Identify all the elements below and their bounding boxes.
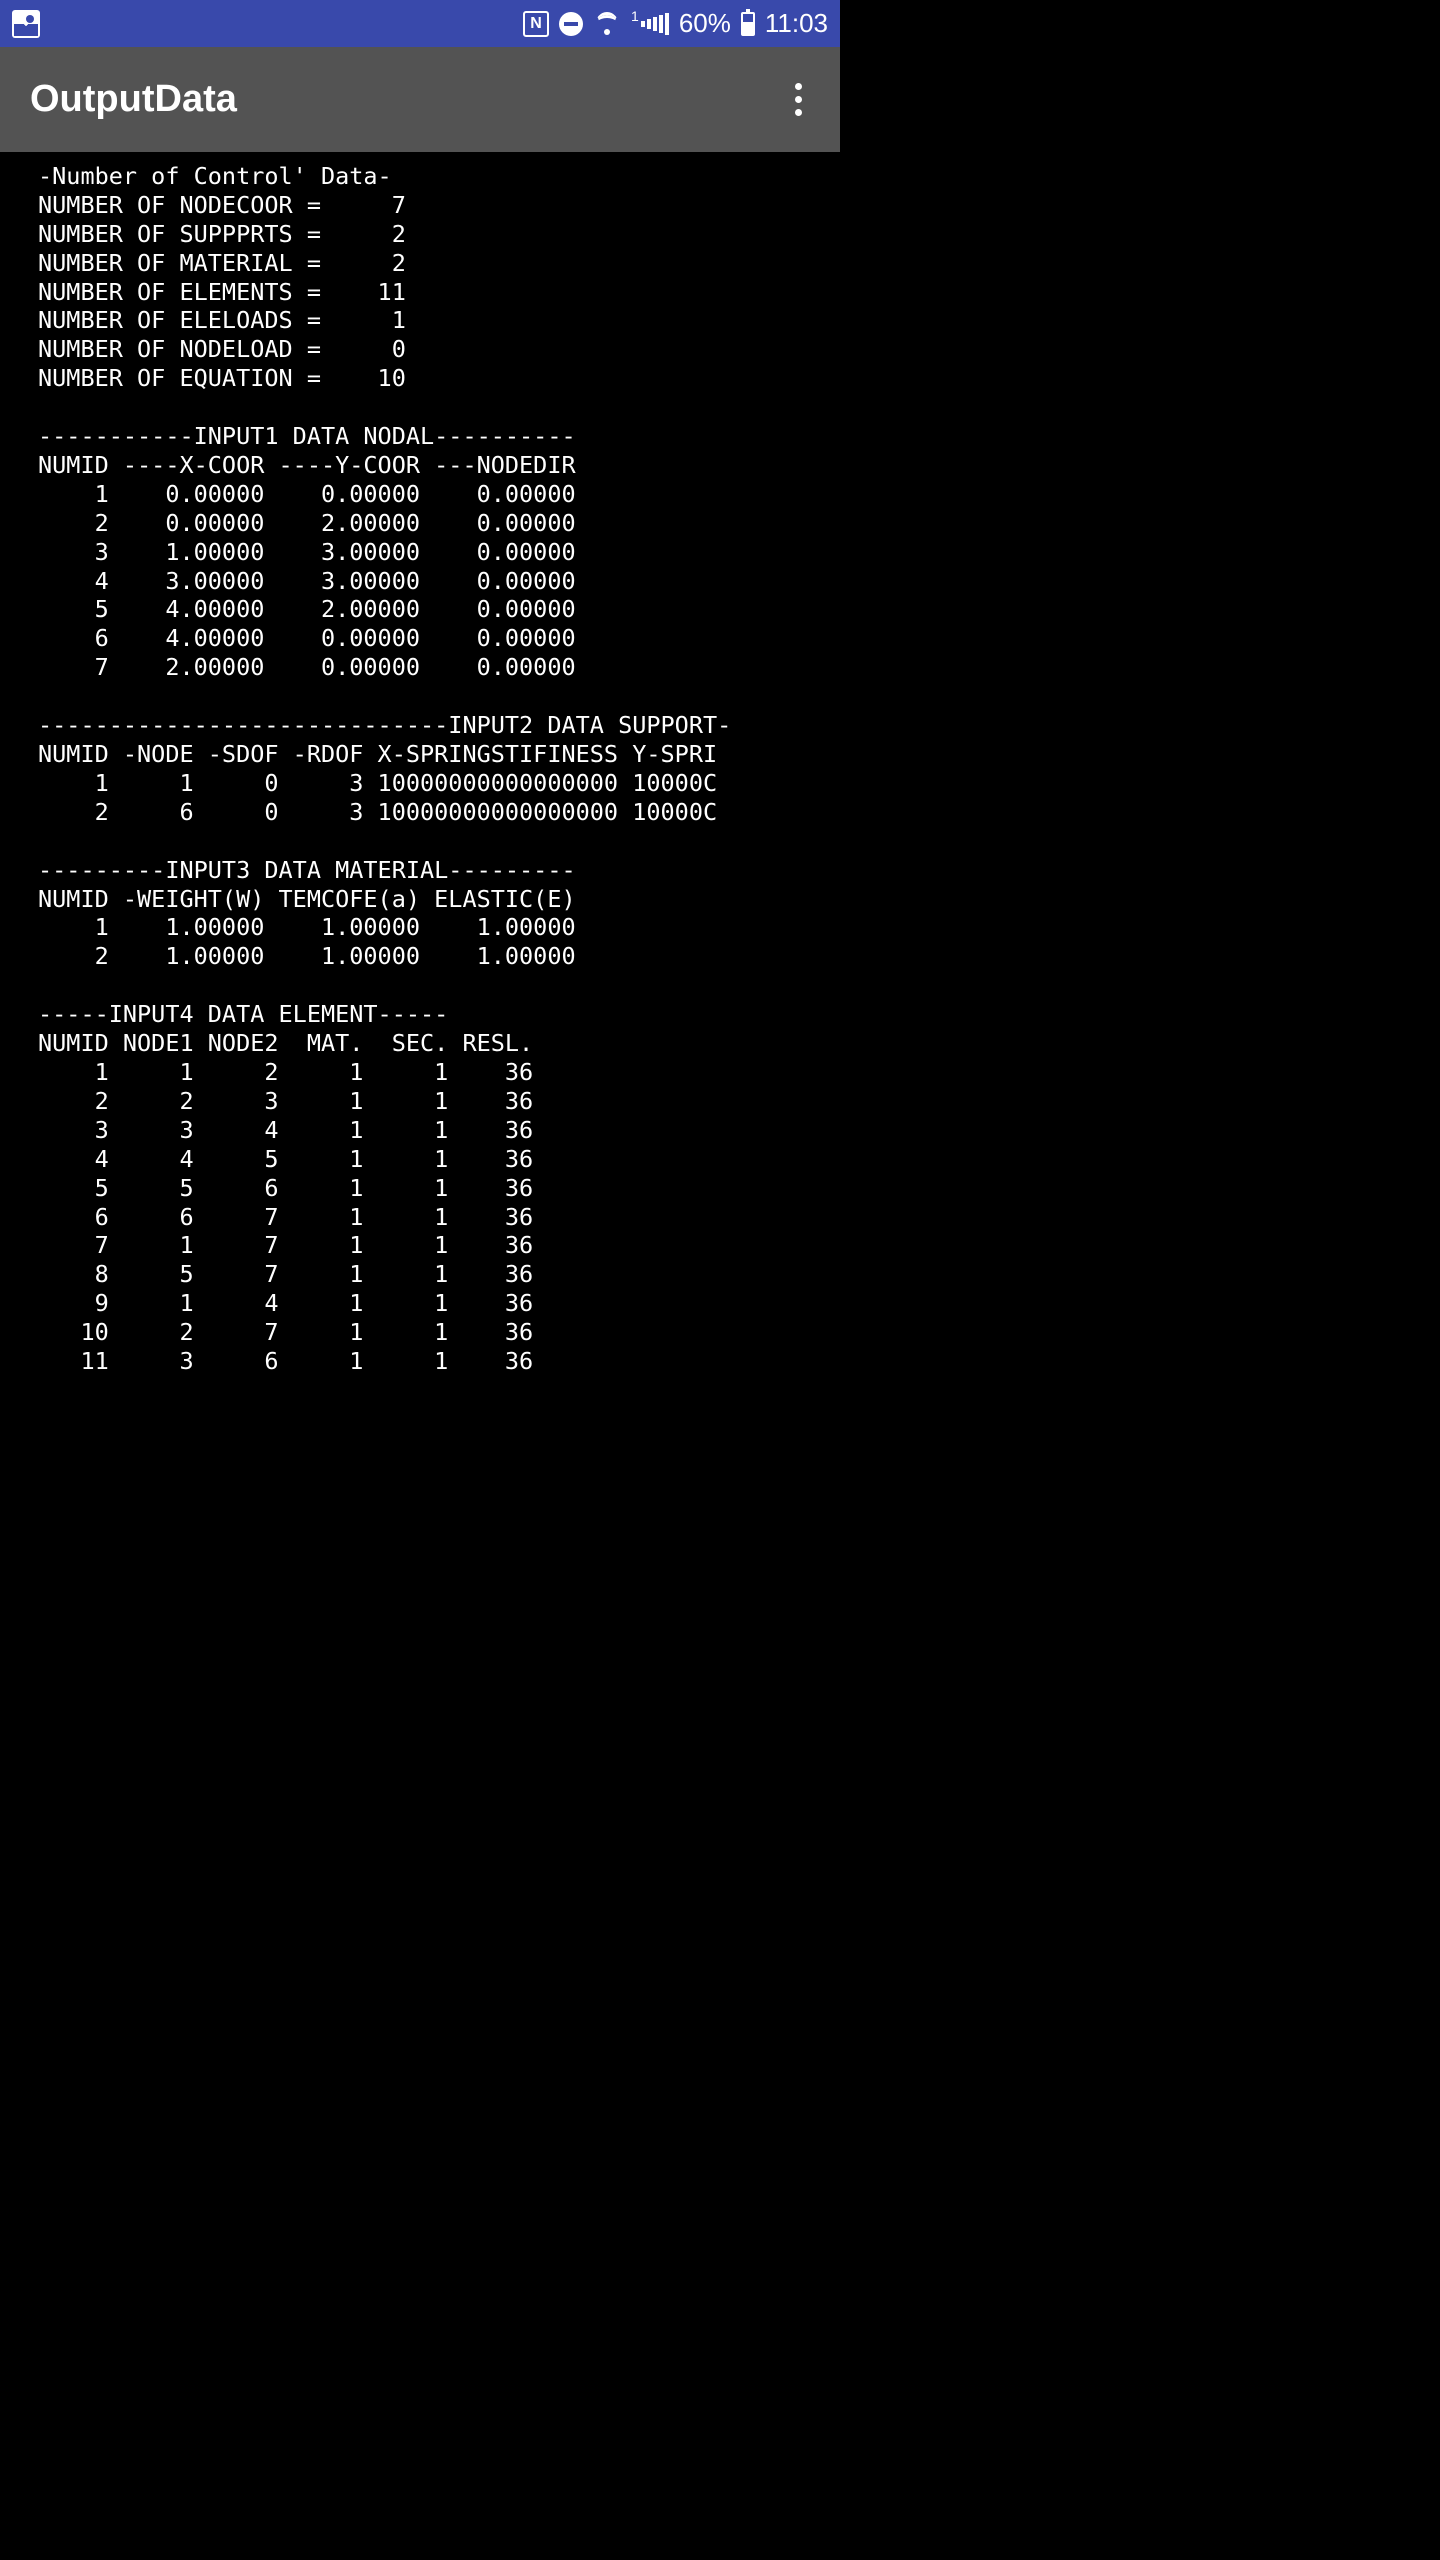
output-text[interactable]: -Number of Control' Data-NUMBER OF NODEC… bbox=[0, 152, 840, 1493]
nfc-icon: N bbox=[523, 11, 549, 37]
wifi-icon bbox=[593, 13, 621, 35]
battery-percent: 60% bbox=[679, 8, 731, 39]
cell-signal-icon: 1 bbox=[631, 13, 669, 35]
do-not-disturb-icon bbox=[559, 12, 583, 36]
overflow-menu-button[interactable] bbox=[787, 75, 810, 124]
clock: 11:03 bbox=[765, 8, 828, 39]
image-notification-icon bbox=[12, 10, 40, 38]
page-title: OutputData bbox=[30, 78, 237, 121]
status-bar: N 1 60% 11:03 bbox=[0, 0, 840, 47]
battery-icon bbox=[741, 12, 755, 36]
action-bar: OutputData bbox=[0, 47, 840, 152]
